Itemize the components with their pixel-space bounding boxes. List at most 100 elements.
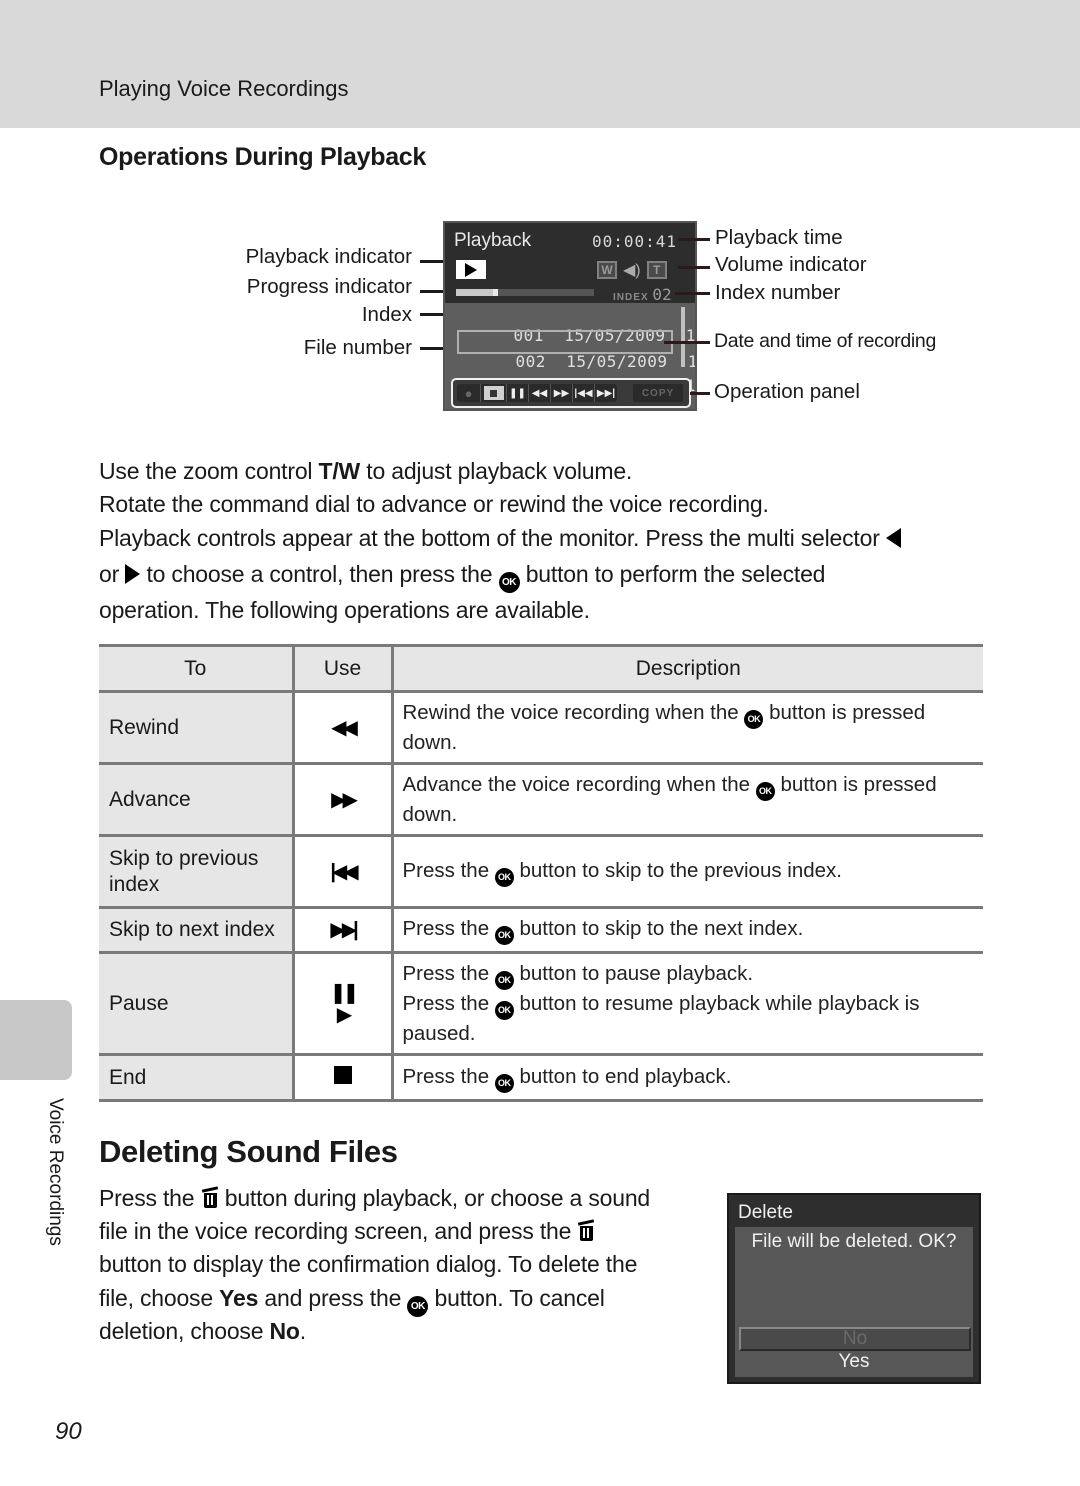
progress-fill (456, 289, 495, 296)
label-index: Index (361, 303, 412, 326)
operation-name: Skip to next index (99, 906, 293, 954)
dialog-option-no[interactable]: No (739, 1327, 971, 1351)
zoom-key-tw: T/W (318, 458, 361, 484)
multi-selector-right-icon (125, 564, 141, 584)
volume-indicator: W ◀) T (597, 260, 667, 280)
column-header-use: Use (291, 644, 394, 693)
playback-screen: Playback 00:00:41 W ◀) T INDEX 02 001 15… (443, 221, 697, 411)
trash-icon (577, 1219, 595, 1242)
option-yes-ref: Yes (219, 1285, 259, 1311)
paragraph-zoom: Use the zoom control T/W to adjust playb… (99, 458, 633, 484)
stop-button[interactable] (481, 384, 507, 402)
table-row: Pause ❚❚ ▶ Press the OK button to pause … (99, 951, 983, 1056)
option-no-ref: No (269, 1318, 300, 1344)
label-progress-indicator: Progress indicator (246, 275, 412, 298)
playback-time: 00:00:41 (591, 232, 677, 251)
delete-paragraph-line: button to display the confirmation dialo… (99, 1251, 638, 1277)
copy-button[interactable]: COPY (633, 384, 683, 402)
operation-name: Advance (99, 762, 293, 837)
advance-button[interactable]: ▶▶ (551, 384, 573, 402)
dialog-body: File will be deleted. OK? No Yes (735, 1227, 973, 1377)
rewind-icon: ◀◀ (291, 690, 394, 765)
speaker-icon: ◀) (623, 262, 641, 279)
delete-paragraph-line: file in the voice recording screen, and … (99, 1218, 595, 1245)
column-header-description: Description (392, 644, 983, 693)
skip-next-button[interactable]: ▶▶| (595, 384, 617, 402)
table-row: Rewind ◀◀ Rewind the voice recording whe… (99, 690, 983, 765)
paragraph-command-dial: Rotate the command dial to advance or re… (99, 491, 769, 517)
label-file-number: File number (303, 336, 412, 359)
play-indicator-icon (456, 260, 486, 279)
zoom-t-icon: T (646, 261, 667, 279)
operation-description: Press the OK button to pause playback. P… (392, 951, 983, 1056)
section-title-deleting: Deleting Sound Files (99, 1134, 398, 1169)
page-number: 90 (55, 1418, 82, 1445)
stop-icon (291, 1053, 394, 1102)
ok-button-icon: OK (494, 971, 514, 990)
section-title-operations: Operations During Playback (99, 143, 427, 171)
screen-title: Playback (454, 230, 532, 251)
trash-icon (201, 1186, 219, 1209)
dialog-option-yes[interactable]: Yes (735, 1351, 973, 1373)
index-label: INDEX (613, 292, 649, 303)
zoom-w-icon: W (597, 261, 617, 279)
operation-panel: ● ❚❚ ◀◀ ▶▶ |◀◀ ▶▶| COPY (451, 378, 691, 408)
operation-description: Rewind the voice recording when the OK b… (392, 690, 983, 765)
ok-button-icon: OK (494, 926, 514, 945)
index-value: 02 (652, 285, 672, 304)
skip-previous-icon: |◀◀ (291, 834, 394, 909)
operation-name: Pause (99, 951, 293, 1056)
leader-line (675, 292, 710, 295)
header-title: Playing Voice Recordings (99, 76, 349, 101)
stop-square-icon (333, 1066, 352, 1084)
delete-paragraph-line: file, choose Yes and press the OK button… (99, 1285, 605, 1317)
leader-line (678, 238, 710, 241)
label-index-number: Index number (715, 281, 841, 304)
record-icon[interactable]: ● (457, 384, 481, 402)
ok-button-icon: OK (755, 782, 775, 801)
list-scrollbar[interactable] (681, 307, 685, 367)
delete-dialog: Delete File will be deleted. OK? No Yes (727, 1193, 981, 1384)
skip-next-icon: ▶▶| (291, 906, 394, 954)
leader-line (678, 266, 710, 269)
ok-button-icon: OK (407, 1296, 429, 1317)
label-volume-indicator: Volume indicator (715, 253, 867, 276)
play-icon: ▶ (336, 1003, 352, 1026)
ok-button-icon: OK (498, 572, 520, 593)
operation-name: End (99, 1053, 293, 1102)
operations-table: To Use Description Rewind ◀◀ Rewind the … (99, 644, 983, 1102)
column-header-to: To (99, 644, 293, 693)
index-marker (492, 289, 498, 296)
skip-previous-button[interactable]: |◀◀ (573, 384, 595, 402)
table-row: Skip to previous index |◀◀ Press the OK … (99, 834, 983, 909)
paragraph-controls: Playback controls appear at the bottom o… (99, 525, 901, 552)
dialog-message: File will be deleted. OK? (751, 1231, 957, 1252)
index-number: INDEX 02 (613, 285, 672, 304)
pause-button[interactable]: ❚❚ (507, 384, 529, 402)
screen-top-bar: Playback 00:00:41 W ◀) T (445, 223, 695, 287)
multi-selector-left-icon (885, 528, 901, 548)
label-playback-time: Playback time (715, 226, 843, 249)
table-row: Skip to next index ▶▶| Press the OK butt… (99, 906, 983, 954)
ok-button-icon: OK (744, 710, 764, 729)
advance-icon: ▶▶ (291, 762, 394, 837)
chapter-side-label: Voice Recordings (45, 1098, 66, 1246)
leader-line (690, 392, 710, 395)
ok-button-icon: OK (494, 1073, 514, 1093)
table-row: End Press the OK button to end playback. (99, 1053, 983, 1102)
ok-button-icon: OK (494, 1001, 514, 1020)
label-operation-panel: Operation panel (714, 380, 860, 403)
pause-icon: ❚❚ (329, 981, 360, 1004)
operation-description: Advance the voice recording when the OK … (392, 762, 983, 837)
delete-paragraph-line: Press the button during playback, or cho… (99, 1185, 650, 1211)
ok-button-icon: OK (494, 867, 514, 887)
recording-row-selected[interactable]: 002 15/05/2009 18:30 (457, 330, 695, 371)
paragraph-operations: operation. The following operations are … (99, 597, 590, 623)
header-band (0, 0, 1080, 128)
rewind-button[interactable]: ◀◀ (529, 384, 551, 402)
table-row: Advance ▶▶ Advance the voice recording w… (99, 762, 983, 837)
chapter-side-tab (0, 1000, 72, 1080)
operation-description: Press the OK button to end playback. (392, 1053, 983, 1102)
dialog-title: Delete (738, 1202, 793, 1223)
label-playback-indicator: Playback indicator (245, 245, 412, 268)
